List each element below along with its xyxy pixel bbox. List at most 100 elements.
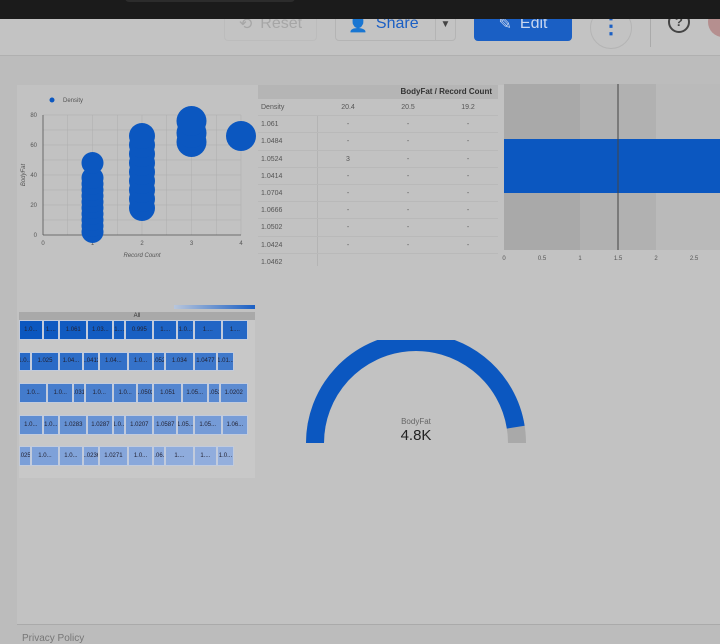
edit-button[interactable]: ✎ Edit	[474, 19, 572, 41]
y-tick-label: 60	[30, 143, 37, 149]
column-header[interactable]: 20.5	[378, 99, 438, 115]
table-row[interactable]: 1.0414 - - -	[258, 167, 498, 185]
table-cell: -	[466, 224, 470, 232]
add-person-icon: 👤	[348, 19, 368, 33]
treemap-cell[interactable]: 1....	[193, 320, 222, 340]
treemap-cell[interactable]: 1.0...	[127, 351, 154, 372]
treemap-cell[interactable]: 1.0477	[193, 351, 218, 372]
treemap-cell[interactable]: 1.051	[153, 383, 182, 403]
treemap-cell[interactable]: 1.025	[30, 351, 60, 372]
more-options-button[interactable]: ⋮	[590, 19, 632, 49]
treemap-cell[interactable]: 1.05...	[181, 383, 208, 403]
reset-button[interactable]: ⟲ Reset	[224, 19, 317, 41]
treemap-cell[interactable]: 1.0502	[136, 383, 154, 403]
treemap-cell[interactable]: 1.0316	[73, 383, 86, 403]
divider	[650, 19, 651, 47]
treemap-cell[interactable]: 1....	[221, 320, 248, 340]
table-row[interactable]: 1.0484 - - -	[258, 133, 498, 151]
treemap-cell[interactable]: 1.0...	[113, 414, 126, 435]
treemap-cell[interactable]: 1.0207	[125, 414, 154, 435]
treemap-cell[interactable]: 1.061	[59, 320, 88, 340]
table-row[interactable]: 1.0704 - - -	[258, 184, 498, 203]
legend-label: Density	[63, 98, 83, 104]
treemap-cell[interactable]: 1.01...	[217, 351, 234, 372]
scatter-chart[interactable]: 0 1 2 3 4020406080Record CountBodyFatDensity	[17, 85, 257, 265]
treemap-cell[interactable]: 1.0524	[153, 351, 166, 372]
treemap-cell[interactable]: 1....	[153, 320, 178, 340]
treemap-cell[interactable]: 1.04...	[99, 351, 128, 372]
treemap-cell[interactable]: 1.0...	[19, 414, 43, 435]
row-header[interactable]: Density	[258, 99, 318, 115]
table-row[interactable]: 1.061 - - -	[258, 116, 498, 134]
share-button[interactable]: 👤 Share ▼	[335, 19, 456, 41]
table-cell: -	[346, 172, 350, 180]
x-tick-label: 2	[654, 256, 658, 262]
column-header[interactable]: 19.2	[438, 99, 498, 115]
treemap-cell[interactable]: 1.05...	[193, 414, 222, 435]
table-cell	[378, 254, 438, 266]
privacy-policy-link[interactable]: Privacy Policy	[22, 633, 84, 644]
table-row[interactable]: 1.0462	[258, 253, 498, 266]
treemap-root-label[interactable]: All	[19, 312, 255, 320]
treemap-cell[interactable]: 1.034	[165, 351, 194, 372]
treemap-cell[interactable]: 1.0...	[59, 446, 83, 467]
treemap-cell[interactable]: 1.0254	[19, 446, 31, 467]
treemap-chart[interactable]: All 1.0... 1.... 1.061 1.03... 1.... 0.995 1..…	[19, 305, 255, 478]
pivot-table[interactable]: BodyFat / Record Count Density 20.4 20.5…	[258, 85, 498, 266]
treemap-cell[interactable]: 1.0587	[153, 414, 178, 435]
treemap-cell[interactable]: 1.0271	[99, 446, 128, 467]
avatar[interactable]	[708, 19, 720, 37]
treemap-cell[interactable]: 1.0...	[19, 383, 48, 403]
table-cell: -	[466, 189, 470, 197]
treemap-cell[interactable]: 1.0...	[217, 446, 234, 467]
treemap-cell[interactable]: 1.0...	[85, 383, 114, 403]
table-cell: -	[346, 224, 350, 232]
treemap-cell[interactable]: 1.0412	[82, 351, 100, 372]
treemap-cell[interactable]: 1.0...	[30, 446, 60, 467]
treemap-cell[interactable]: 0.995	[125, 320, 154, 340]
table-row[interactable]: 1.0502 - - -	[258, 219, 498, 237]
table-cell: -	[406, 241, 410, 249]
treemap-cell[interactable]: 1.04...	[59, 351, 83, 372]
treemap-cell[interactable]: 1.0...	[47, 383, 74, 403]
table-row[interactable]: 1.0666 - - -	[258, 202, 498, 220]
treemap-cell[interactable]: 1.0236	[82, 446, 100, 467]
help-icon[interactable]: ?	[668, 19, 690, 33]
bubble	[176, 106, 207, 136]
share-label: Share	[375, 19, 419, 32]
treemap-cell[interactable]: 1.0283	[59, 414, 88, 435]
treemap-cell[interactable]: 1.05...	[177, 414, 194, 435]
table-cell: -	[466, 207, 470, 215]
treemap-cell[interactable]: 1.06...	[221, 414, 248, 435]
table-cell: -	[466, 172, 470, 180]
treemap-cell[interactable]: 1.03...	[87, 320, 114, 340]
treemap-cell[interactable]: 1.0202	[219, 383, 248, 403]
treemap-cell[interactable]: 1.0...	[113, 383, 137, 403]
treemap-cell[interactable]: 1.0...	[127, 446, 154, 467]
treemap-cell[interactable]: 1.06...	[153, 446, 166, 467]
y-tick-label: 80	[30, 113, 37, 119]
table-cell: -	[406, 138, 410, 146]
table-cell: -	[346, 241, 350, 249]
treemap-cell[interactable]: 1.0...	[19, 320, 43, 340]
table-row[interactable]: 1.0524 3 - -	[258, 150, 498, 168]
treemap-cell[interactable]: 1.0...	[42, 414, 60, 435]
column-header[interactable]: 20.4	[318, 99, 378, 115]
treemap-cell[interactable]: 1....	[165, 446, 194, 467]
table-cell: -	[466, 138, 470, 146]
gauge-value: 4.8K	[401, 427, 432, 444]
treemap-cell[interactable]: 1....	[42, 320, 60, 340]
treemap-cell[interactable]: 1.0...	[177, 320, 194, 340]
treemap-cell[interactable]: 1....	[193, 446, 218, 467]
table-row[interactable]: 1.0424 - - -	[258, 236, 498, 254]
treemap-cell[interactable]: 1.052	[207, 383, 220, 403]
treemap-cell[interactable]: 1.0287	[87, 414, 114, 435]
treemap-cell[interactable]: 1.0...	[19, 351, 31, 372]
gauge-chart[interactable]: BodyFat4.8K	[290, 340, 550, 460]
row-label: 1.061	[258, 116, 318, 133]
bullet-bar-chart[interactable]: 0 0.5 1 1.5 2 2.5	[500, 84, 720, 274]
table-cell: -	[406, 189, 410, 197]
share-dropdown-chevron-icon[interactable]: ▼	[435, 19, 455, 40]
treemap-cell[interactable]: 1....	[113, 320, 126, 340]
table-cell: -	[406, 172, 410, 180]
